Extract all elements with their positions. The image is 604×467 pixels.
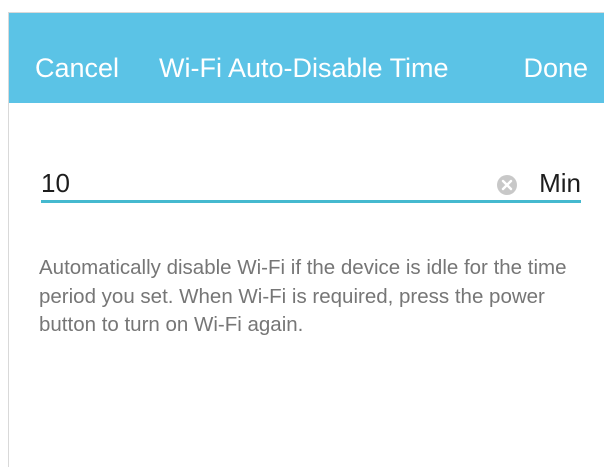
navigation-bar: Cancel Wi-Fi Auto-Disable Time Done xyxy=(9,13,604,103)
time-input-row: 10 Min xyxy=(41,163,581,201)
settings-screen: Cancel Wi-Fi Auto-Disable Time Done 10 M… xyxy=(8,12,604,467)
cancel-button[interactable]: Cancel xyxy=(35,13,119,103)
description-text: Automatically disable Wi-Fi if the devic… xyxy=(39,256,567,336)
page-title: Wi-Fi Auto-Disable Time xyxy=(159,53,449,83)
input-underline xyxy=(41,200,581,203)
unit-label: Min xyxy=(539,168,581,198)
done-button[interactable]: Done xyxy=(523,13,588,103)
clear-icon[interactable] xyxy=(496,174,518,196)
time-input[interactable]: 10 xyxy=(41,168,70,199)
